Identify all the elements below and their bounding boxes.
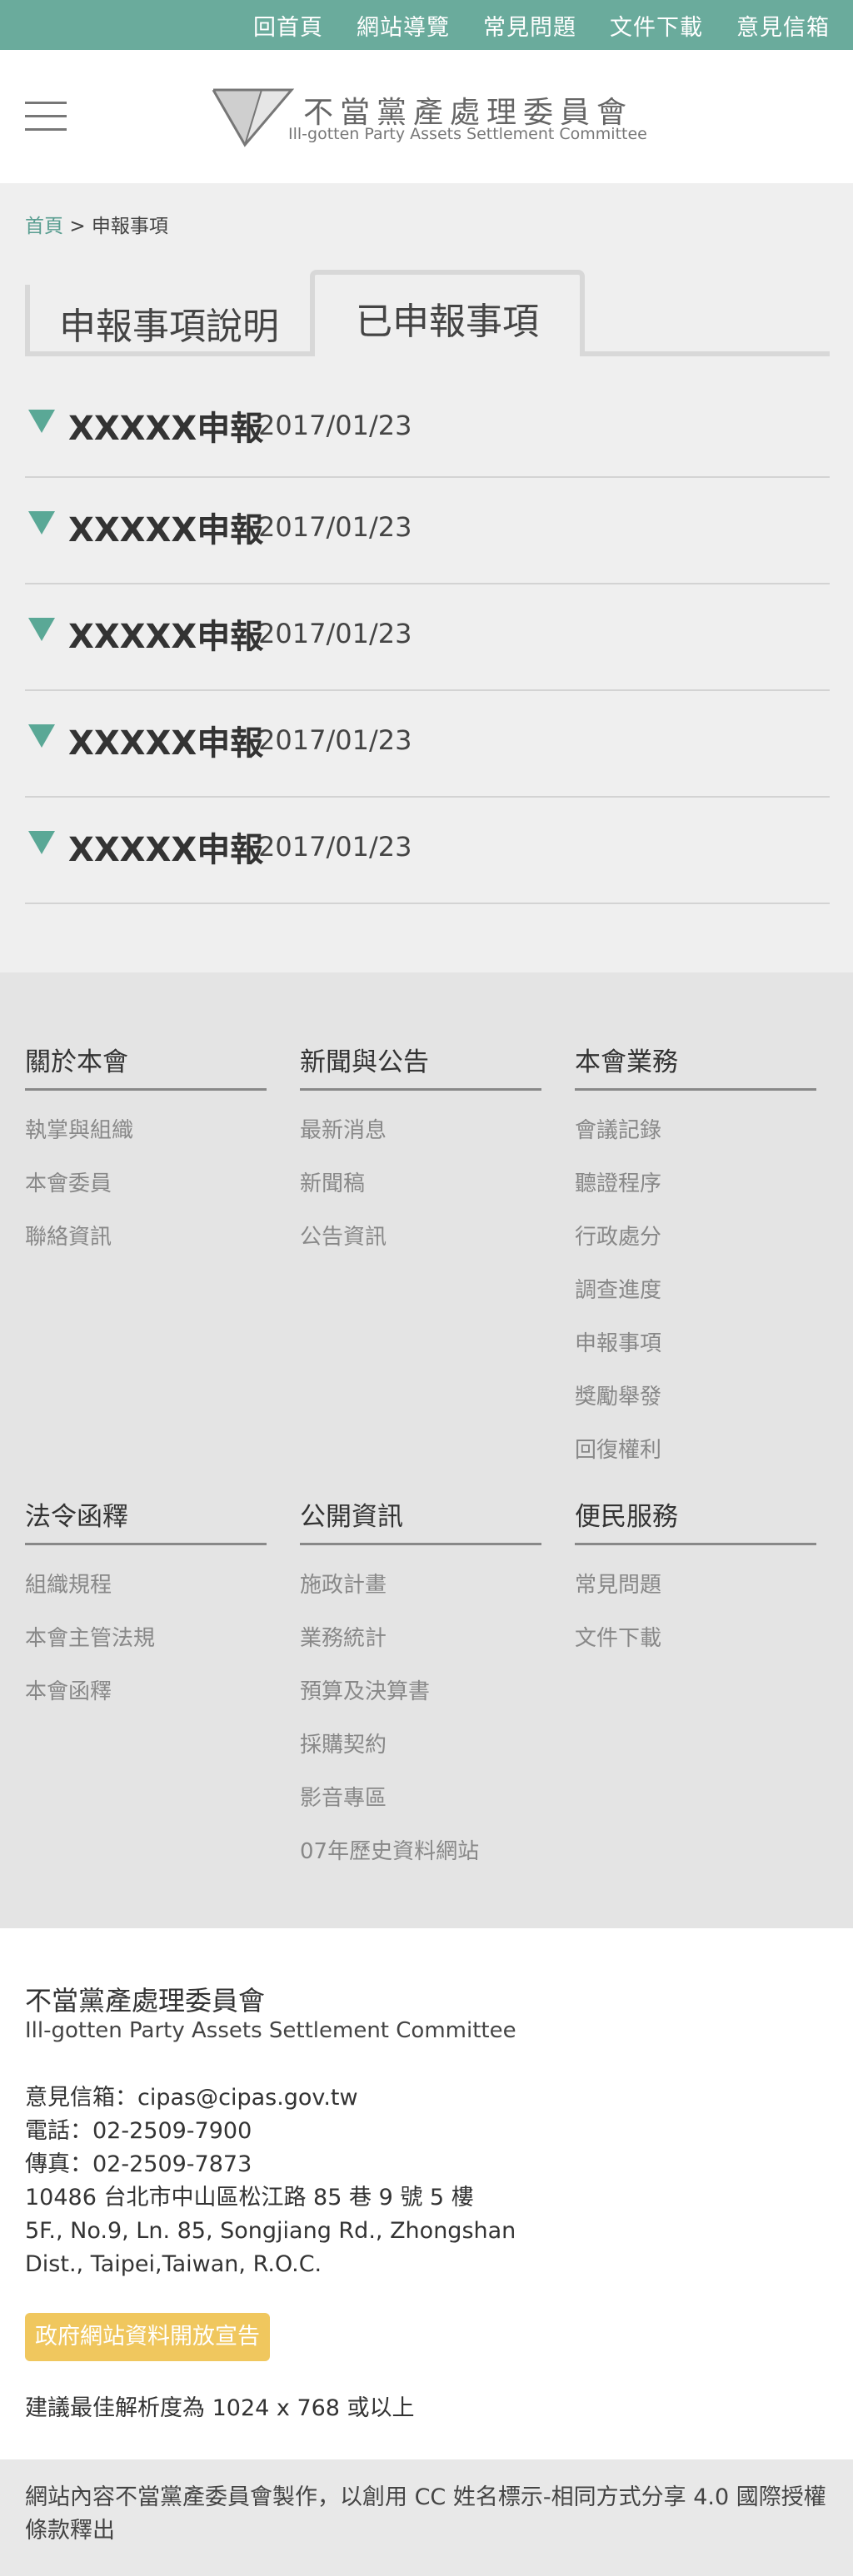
footer-link[interactable]: 業務統計	[300, 1612, 541, 1665]
footer-link[interactable]: 獎勵舉發	[575, 1370, 816, 1424]
footer-link[interactable]: 預算及決算書	[300, 1665, 541, 1718]
contact-section: 不當黨產處理委員會 Ill-gotten Party Assets Settle…	[0, 1928, 853, 2459]
contact-phone: 電話：02-2509-7900	[25, 2118, 252, 2144]
footer-link[interactable]: 07年歷史資料網站	[300, 1825, 541, 1878]
footer-link[interactable]: 影音專區	[300, 1772, 541, 1825]
main-content: 首頁 > 申報事項 申報事項說明 已申報事項 XXXXX申報 2017/01/2…	[0, 183, 853, 972]
item-date: 2017/01/23	[258, 511, 412, 543]
item-date: 2017/01/23	[258, 831, 412, 863]
expand-triangle-icon	[28, 831, 55, 854]
footer-link[interactable]: 會議記錄	[575, 1104, 816, 1157]
breadcrumb: 首頁 > 申報事項	[25, 210, 168, 238]
expand-triangle-icon	[28, 618, 55, 641]
footer-col-news: 新聞與公告 最新消息 新聞稿 公告資訊	[300, 1041, 541, 1264]
tab-declaration-guide[interactable]: 申報事項說明	[25, 285, 308, 356]
footer-link[interactable]: 聽證程序	[575, 1157, 816, 1211]
contact-email[interactable]: 意見信箱：cipas@cipas.gov.tw	[25, 2081, 516, 2115]
license-text: 網站內容不當黨產委員會製作，以創用 CC 姓名標示-相同方式分享 4.0 國際授…	[25, 2484, 826, 2544]
hamburger-icon[interactable]	[25, 102, 67, 132]
expand-triangle-icon	[28, 724, 55, 748]
item-date: 2017/01/23	[258, 410, 412, 441]
site-logo[interactable]: 不當黨產處理委員會 Ill-gotten Party Assets Settle…	[212, 85, 647, 152]
footer-col-heading: 便民服務	[575, 1495, 816, 1545]
footer-link[interactable]: 本會主管法規	[25, 1612, 267, 1665]
footer-link[interactable]: 調查進度	[575, 1264, 816, 1317]
item-title: XXXXX申報	[68, 831, 264, 869]
footer-link[interactable]: 本會函釋	[25, 1665, 267, 1718]
tab-bar: 申報事項說明 已申報事項	[25, 270, 830, 356]
footer-col-about: 關於本會 執掌與組織 本會委員 聯絡資訊	[25, 1041, 267, 1264]
footer-col-heading: 新聞與公告	[300, 1041, 541, 1091]
top-nav-feedback-link[interactable]: 意見信箱	[736, 9, 830, 42]
breadcrumb-separator: >	[69, 216, 86, 237]
license-bar: 網站內容不當黨產委員會製作，以創用 CC 姓名標示-相同方式分享 4.0 國際授…	[0, 2459, 853, 2576]
contact-address-zh: 10486 台北市中山區松江路 85 巷 9 號 5 樓	[25, 2185, 474, 2210]
breadcrumb-current: 申報事項	[91, 216, 168, 237]
footer-col-laws: 法令函釋 組織規程 本會主管法規 本會函釋	[25, 1495, 267, 1718]
item-title: XXXXX申報	[68, 618, 264, 656]
footer-link[interactable]: 回復權利	[575, 1424, 816, 1477]
footer-link[interactable]: 公告資訊	[300, 1211, 541, 1264]
top-bar: 回首頁 網站導覽 常見問題 文件下載 意見信箱	[0, 0, 853, 50]
list-item[interactable]: XXXXX申報 2017/01/23	[25, 798, 830, 904]
expand-triangle-icon	[28, 511, 55, 535]
footer-link[interactable]: 文件下載	[575, 1612, 816, 1665]
footer-link[interactable]: 申報事項	[575, 1317, 816, 1370]
triangle-logo-icon	[212, 88, 295, 147]
tab-declared-items[interactable]: 已申報事項	[310, 270, 585, 356]
logo-english-name: Ill-gotten Party Assets Settlement Commi…	[288, 125, 647, 143]
footer-link[interactable]: 新聞稿	[300, 1157, 541, 1211]
item-title: XXXXX申報	[68, 511, 264, 550]
contact-address-en-cont: Dist., Taipei,Taiwan, R.O.C.	[25, 2251, 322, 2277]
item-date: 2017/01/23	[258, 724, 412, 756]
list-item[interactable]: XXXXX申報 2017/01/23	[25, 383, 830, 478]
list-item[interactable]: XXXXX申報 2017/01/23	[25, 478, 830, 584]
contact-address-en: 5F., No.9, Ln. 85, Songjiang Rd., Zhongs…	[25, 2218, 516, 2244]
declaration-list: XXXXX申報 2017/01/23 XXXXX申報 2017/01/23 XX…	[25, 383, 830, 904]
footer-link[interactable]: 最新消息	[300, 1104, 541, 1157]
top-nav: 回首頁 網站導覽 常見問題 文件下載 意見信箱	[253, 0, 830, 50]
resolution-note: 建議最佳解析度為 1024 x 768 或以上	[25, 2395, 415, 2421]
item-title: XXXXX申報	[68, 410, 264, 448]
list-item[interactable]: XXXXX申報 2017/01/23	[25, 584, 830, 691]
breadcrumb-home-link[interactable]: 首頁	[25, 216, 63, 237]
top-nav-sitemap-link[interactable]: 網站導覽	[357, 9, 450, 42]
open-data-button[interactable]: 政府網站資料開放宣告	[25, 2313, 270, 2361]
top-nav-faq-link[interactable]: 常見問題	[483, 9, 576, 42]
footer-link[interactable]: 常見問題	[575, 1559, 816, 1612]
footer-link[interactable]: 行政處分	[575, 1211, 816, 1264]
footer-col-services: 便民服務 常見問題 文件下載	[575, 1495, 816, 1665]
footer-link[interactable]: 採購契約	[300, 1718, 541, 1772]
list-item[interactable]: XXXXX申報 2017/01/23	[25, 691, 830, 798]
top-nav-home-link[interactable]: 回首頁	[253, 9, 323, 42]
footer-nav: 關於本會 執掌與組織 本會委員 聯絡資訊 新聞與公告 最新消息 新聞稿 公告資訊…	[0, 972, 853, 1928]
footer-col-heading: 本會業務	[575, 1041, 816, 1091]
footer-col-heading: 法令函釋	[25, 1495, 267, 1545]
contact-details: 意見信箱：cipas@cipas.gov.tw 電話：02-2509-7900 …	[25, 2081, 516, 2281]
footer-link[interactable]: 聯絡資訊	[25, 1211, 267, 1264]
footer-link[interactable]: 執掌與組織	[25, 1104, 267, 1157]
footer-link[interactable]: 本會委員	[25, 1157, 267, 1211]
footer-link[interactable]: 組織規程	[25, 1559, 267, 1612]
footer-col-heading: 關於本會	[25, 1041, 267, 1091]
org-english-name: Ill-gotten Party Assets Settlement Commi…	[25, 2018, 516, 2043]
footer-col-business: 本會業務 會議記錄 聽證程序 行政處分 調查進度 申報事項 獎勵舉發 回復權利	[575, 1041, 816, 1477]
contact-fax: 傳真：02-2509-7873	[25, 2151, 252, 2177]
footer-link[interactable]: 施政計畫	[300, 1559, 541, 1612]
footer-col-public-info: 公開資訊 施政計畫 業務統計 預算及決算書 採購契約 影音專區 07年歷史資料網…	[300, 1495, 541, 1878]
org-name: 不當黨產處理委員會	[25, 1985, 266, 2017]
site-header: 不當黨產處理委員會 Ill-gotten Party Assets Settle…	[0, 50, 853, 183]
footer-col-heading: 公開資訊	[300, 1495, 541, 1545]
item-date: 2017/01/23	[258, 618, 412, 649]
item-title: XXXXX申報	[68, 724, 264, 763]
expand-triangle-icon	[28, 410, 55, 433]
top-nav-downloads-link[interactable]: 文件下載	[610, 9, 703, 42]
